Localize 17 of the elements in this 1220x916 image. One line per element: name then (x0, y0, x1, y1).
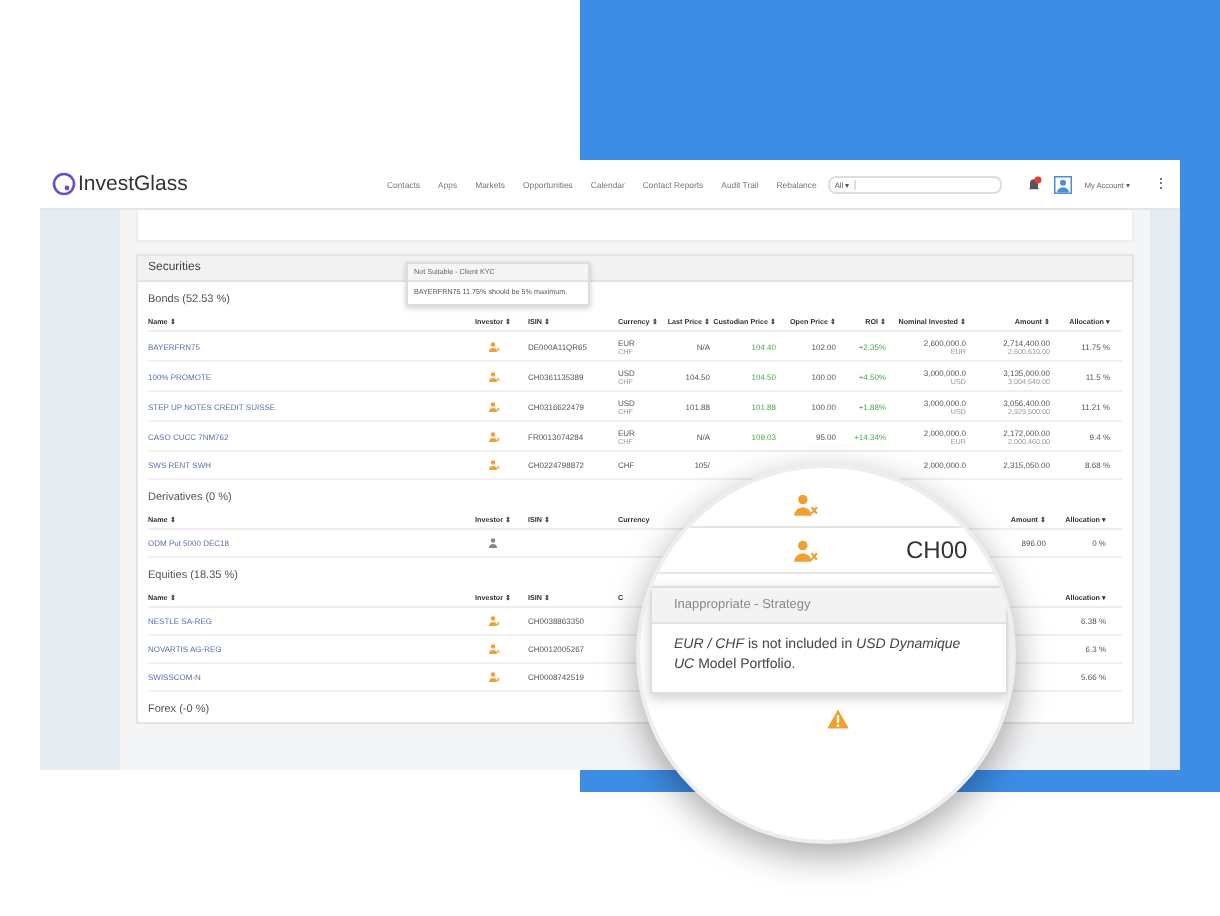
investor-warning-icon[interactable] (487, 460, 499, 470)
investor-warning-icon[interactable] (487, 401, 499, 411)
investor-warning-icon[interactable] (487, 341, 499, 351)
avatar-icon[interactable] (1054, 175, 1073, 193)
warning-icon (826, 708, 850, 731)
investor-warning-icon (792, 493, 818, 515)
bell-icon[interactable] (1026, 176, 1043, 192)
investor-warning-icon[interactable] (487, 371, 499, 381)
logo-text: InvestGlass (78, 172, 188, 196)
logo-icon (52, 172, 76, 196)
isin-text: CH00 (906, 536, 968, 564)
investor-warning-icon[interactable] (487, 616, 499, 626)
investor-person-icon[interactable] (487, 538, 499, 548)
investor-warning-icon[interactable] (487, 431, 499, 441)
investor-warning-icon (792, 539, 818, 561)
investor-warning-icon[interactable] (487, 644, 499, 654)
investor-warning-icon[interactable] (487, 672, 499, 682)
